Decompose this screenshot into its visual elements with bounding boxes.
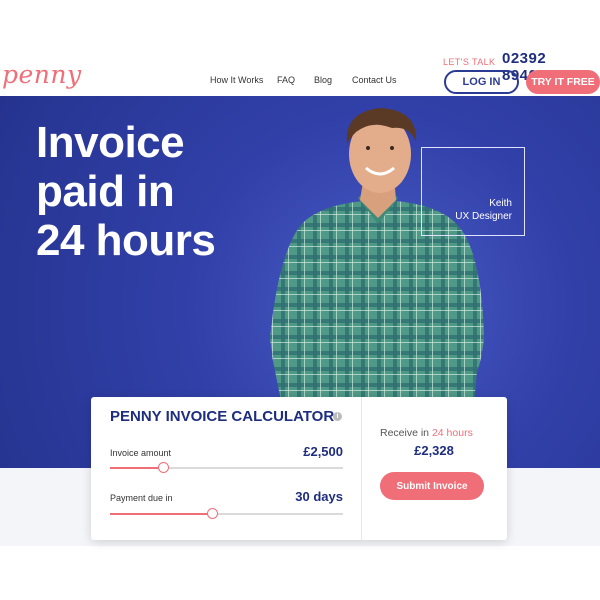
payment-due-slider-thumb[interactable]: [206, 508, 218, 519]
person-caption-frame: Keith UX Designer: [421, 147, 525, 236]
invoice-amount-slider-thumb[interactable]: [157, 462, 169, 473]
headline-line-3: 24 hours: [36, 216, 216, 265]
login-button[interactable]: LOG IN: [444, 70, 519, 94]
card-divider: [361, 397, 362, 540]
receive-highlight: 24 hours: [431, 427, 473, 439]
invoice-amount-label: Invoice amount: [110, 448, 172, 458]
lets-talk-label: LET'S TALK: [443, 57, 496, 67]
nav-faq[interactable]: FAQ: [277, 75, 295, 85]
nav-how-it-works[interactable]: How It Works: [210, 75, 263, 85]
hero-headline: Invoice paid in 24 hours: [36, 118, 216, 265]
info-icon[interactable]: i: [333, 412, 342, 421]
invoice-amount-value: £2,500: [303, 444, 343, 459]
site-header: penny How It Works FAQ Blog Contact Us L…: [0, 0, 600, 96]
payment-due-slider[interactable]: [110, 508, 343, 519]
nav-blog[interactable]: Blog: [314, 75, 332, 85]
calculator-title: PENNY INVOICE CALCULATOR: [110, 408, 335, 425]
person-name: Keith: [489, 198, 512, 209]
receive-in-text: Receive in 24 hours: [380, 427, 473, 439]
person-role: UX Designer: [455, 211, 512, 222]
invoice-amount-slider-fill: [110, 467, 164, 469]
payment-due-value: 30 days: [295, 489, 343, 504]
receive-prefix: Receive in: [380, 427, 432, 439]
headline-line-1: Invoice: [36, 118, 185, 167]
payment-due-label: Payment due in: [110, 493, 173, 503]
invoice-amount-slider[interactable]: [110, 462, 343, 473]
receive-amount: £2,328: [414, 443, 454, 458]
penny-logo[interactable]: penny: [2, 60, 82, 89]
headline-line-2: paid in: [36, 167, 175, 216]
invoice-calculator-card: PENNY INVOICE CALCULATOR i Invoice amoun…: [91, 397, 507, 540]
payment-due-slider-fill: [110, 513, 213, 515]
nav-contact-us[interactable]: Contact Us: [352, 75, 397, 85]
submit-invoice-button[interactable]: Submit Invoice: [380, 472, 484, 500]
try-it-free-button[interactable]: TRY IT FREE: [526, 70, 600, 94]
